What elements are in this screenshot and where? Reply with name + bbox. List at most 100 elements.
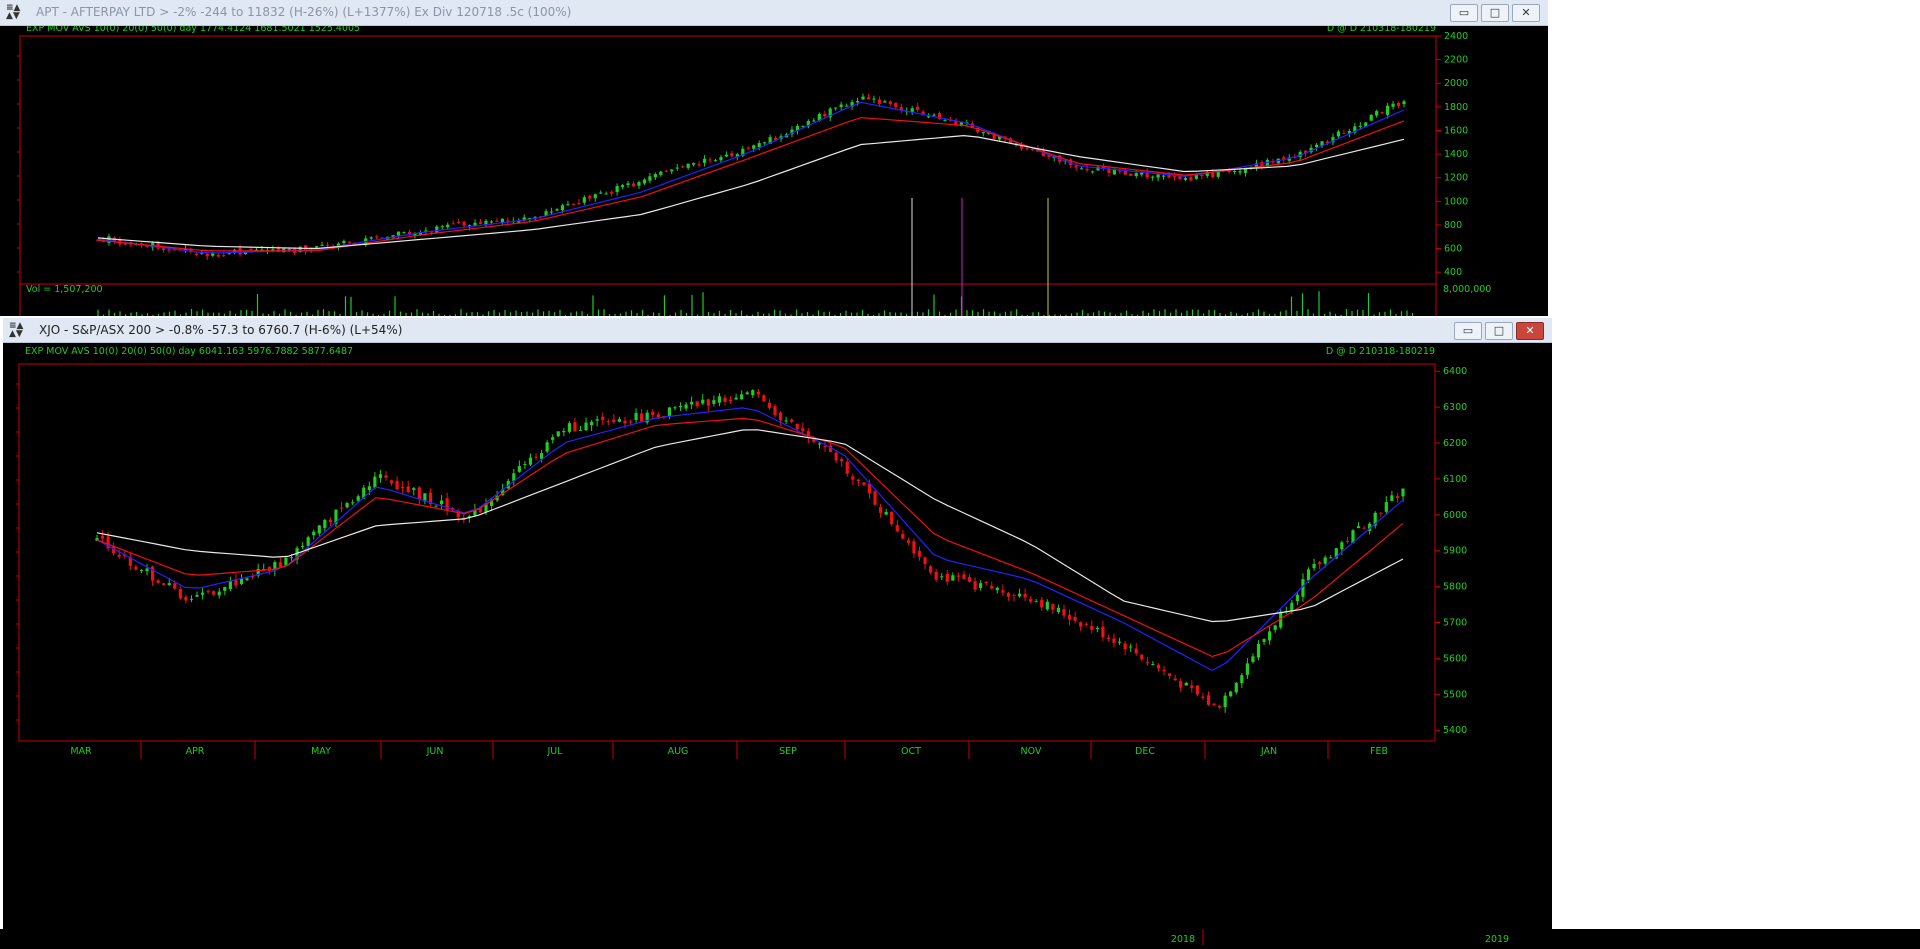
candle-body	[1206, 695, 1211, 705]
candle-body	[284, 557, 288, 566]
candle-body	[945, 573, 949, 582]
candle-body	[740, 394, 744, 400]
candle-body	[457, 222, 461, 224]
y-tick-label: 5800	[1443, 582, 1467, 593]
candle-body	[888, 101, 892, 104]
bottom-year-strip: 2018 2019	[0, 929, 1920, 949]
candle-body	[1172, 176, 1177, 178]
candle-body	[757, 143, 761, 148]
candle-body	[1336, 131, 1341, 137]
close-button[interactable]: ✕	[1512, 4, 1540, 22]
candle-body	[549, 211, 554, 213]
candle-body	[1251, 656, 1255, 662]
apt-legend: EXP MOV AVS 10(0) 20(0) 50(0) day 1774.4…	[26, 26, 360, 34]
candle-body	[1074, 165, 1078, 168]
candle-body	[1117, 641, 1122, 643]
candle-body	[697, 164, 701, 166]
candle-body	[434, 505, 438, 507]
candle-body	[1268, 631, 1272, 641]
xjo-chart-window[interactable]: ≡▲ ▲▼ XJO - S&P/ASX 200 > -0.8% -57.3 to …	[3, 318, 1552, 929]
candle-body	[862, 482, 866, 485]
candle-body	[402, 232, 406, 234]
candle-body	[706, 399, 710, 406]
candle-body	[623, 420, 627, 424]
xjo-candlestick-chart[interactable]: EXP MOV AVS 10(0) 20(0) 50(0) day 6041.1…	[3, 343, 1552, 929]
minimize-button[interactable]: ▭	[1450, 4, 1478, 22]
candle-body	[440, 226, 444, 228]
y-tick-label: 1000	[1444, 196, 1468, 207]
candle-body	[855, 101, 860, 103]
candle-body	[916, 106, 920, 110]
y-tick-label: 2200	[1444, 55, 1468, 66]
candle-body	[866, 97, 871, 100]
candle-body	[717, 396, 722, 403]
candle-body	[839, 104, 843, 108]
candle-body	[1369, 114, 1373, 121]
candle-body	[1189, 177, 1193, 181]
candle-body	[756, 391, 760, 395]
candle-body	[1295, 594, 1300, 601]
candle-body	[1084, 623, 1088, 625]
candle-body	[1329, 557, 1333, 559]
candle-body	[195, 595, 199, 597]
candle-body	[523, 464, 527, 466]
candle-body	[872, 98, 876, 100]
candle-body	[883, 101, 887, 103]
candle-body	[194, 253, 198, 255]
maximize-button[interactable]: □	[1485, 322, 1513, 340]
candle-body	[342, 240, 346, 244]
candle-body	[917, 550, 922, 557]
candle-body	[1273, 625, 1277, 630]
month-label: JUN	[426, 746, 444, 757]
candle-body	[730, 153, 734, 157]
candle-body	[1129, 646, 1133, 648]
apt-candlestick-chart[interactable]: EXP MOV AVS 10(0) 20(0) 50(0) day 1774.4…	[0, 26, 1548, 316]
month-label: MAR	[70, 746, 92, 757]
candle-body	[249, 248, 253, 250]
candle-body	[200, 592, 205, 595]
candle-body	[912, 541, 916, 554]
candle-body	[675, 167, 679, 169]
month-label: FEB	[1370, 746, 1388, 757]
candle-body	[784, 420, 788, 422]
candle-body	[790, 419, 794, 422]
candle-body	[951, 575, 955, 581]
maximize-button[interactable]: □	[1481, 4, 1509, 22]
apt-title-bar[interactable]: ≡▲ ▲▼ APT - AFTERPAY LTD > -2% -244 to 11…	[0, 0, 1548, 26]
candle-body	[1029, 599, 1033, 602]
candle-body	[884, 511, 888, 515]
minimize-button[interactable]: ▭	[1454, 322, 1482, 340]
y-tick-label: 6400	[1443, 366, 1467, 377]
candle-body	[1323, 557, 1327, 564]
candle-body	[212, 591, 216, 595]
candle-body	[571, 203, 576, 205]
apt-chart-window[interactable]: ≡▲ ▲▼ APT - AFTERPAY LTD > -2% -244 to 11…	[0, 0, 1548, 316]
year-label: 2018	[1171, 934, 1195, 945]
candle-body	[834, 452, 838, 461]
candle-body	[1390, 495, 1394, 501]
candle-body	[778, 412, 783, 421]
candle-body	[278, 562, 282, 567]
candle-body	[817, 443, 822, 445]
ema-10-line	[97, 101, 1405, 254]
candle-body	[539, 453, 544, 459]
candle-body	[134, 566, 138, 570]
candle-body	[659, 171, 663, 175]
candle-body	[312, 531, 316, 536]
candle-body	[173, 583, 177, 589]
candle-body	[590, 421, 594, 426]
candle-body	[599, 192, 603, 194]
apt-volume-axis-label: 8,000,000	[1443, 284, 1491, 295]
candle-body	[861, 96, 865, 100]
candle-body	[1079, 622, 1083, 627]
close-button[interactable]: ✕	[1516, 322, 1544, 340]
candle-body	[1401, 488, 1405, 497]
candle-body	[462, 221, 466, 226]
candle-body	[823, 446, 827, 448]
candle-body	[724, 154, 729, 157]
candle-body	[1012, 595, 1016, 597]
candle-body	[812, 120, 816, 122]
xjo-title-bar[interactable]: ≡▲ ▲▼ XJO - S&P/ASX 200 > -0.8% -57.3 to …	[3, 318, 1552, 343]
candle-body	[840, 458, 844, 462]
candle-body	[1023, 593, 1027, 598]
